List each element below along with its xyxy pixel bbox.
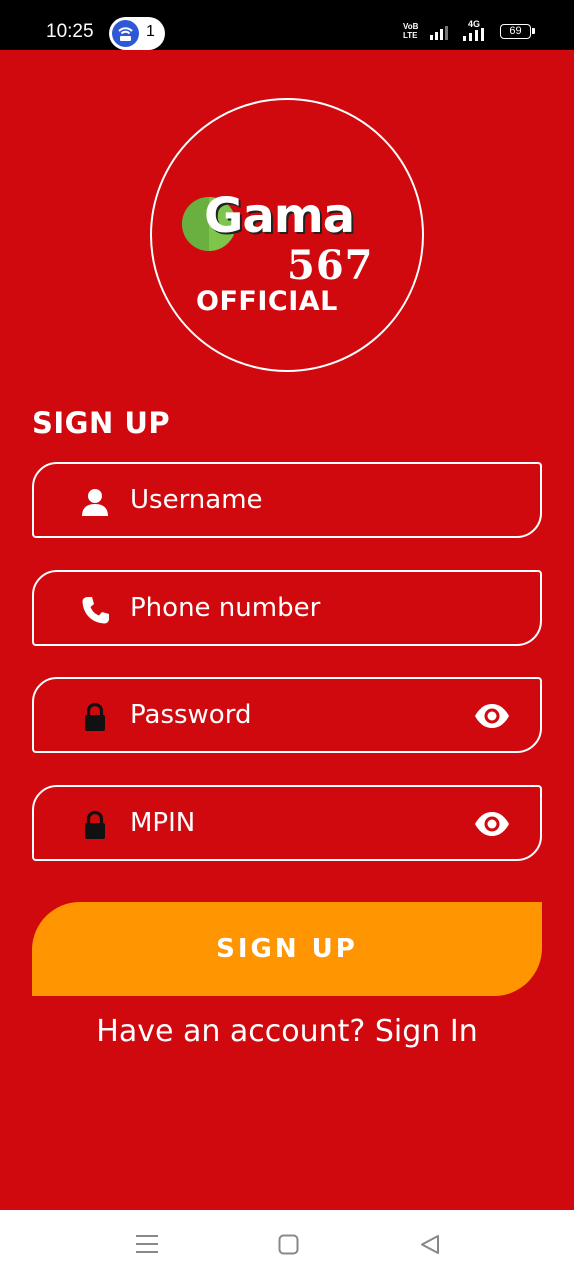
battery-indicator: 69 [500,24,535,39]
sign-in-prompt-text: Have an account? [96,1014,366,1049]
phone-icon [82,597,109,624]
phone-field-container [32,570,542,646]
sign-in-link[interactable]: Sign In [375,1014,478,1049]
signal-strength-icon-2 [463,28,484,41]
phone-number-input[interactable] [130,572,460,644]
sign-up-button[interactable]: SIGN UP [32,902,542,996]
status-bar: 10:25 1 VoB LTE 4G 69 [0,0,574,50]
volte-label-bottom: LTE [403,31,418,40]
home-icon[interactable] [278,1234,299,1255]
logo-tagline: OFFICIAL [196,286,338,317]
password-field-container [32,677,542,753]
mpin-field-container [32,785,542,861]
username-field-container [32,462,542,538]
logo-word: Gama [204,188,355,244]
mobile-data-indicator: 4G [461,19,491,41]
lock-icon [85,810,105,839]
logo-number: 567 [287,242,374,289]
volte-indicator: VoB LTE [403,22,418,40]
status-time: 10:25 [46,21,94,42]
volte-label-top: VoB [403,22,419,31]
person-icon [82,489,108,516]
mpin-input[interactable] [130,787,460,859]
eye-icon[interactable] [474,703,510,729]
notification-pill[interactable]: 1 [109,17,165,50]
signal-strength-icon [430,26,448,40]
menu-icon[interactable] [136,1234,158,1254]
password-input[interactable] [130,679,460,751]
brand-logo: Gama 567 OFFICIAL [150,98,424,372]
lock-icon [85,702,105,731]
notification-count: 1 [146,23,155,40]
page-title: SIGN UP [32,406,171,440]
sign-in-prompt: Have an account? Sign In [0,1014,574,1049]
eye-icon[interactable] [474,811,510,837]
hotspot-icon [112,20,139,47]
username-input[interactable] [130,464,460,536]
system-navigation-bar [0,1210,574,1280]
back-icon[interactable] [420,1234,440,1255]
